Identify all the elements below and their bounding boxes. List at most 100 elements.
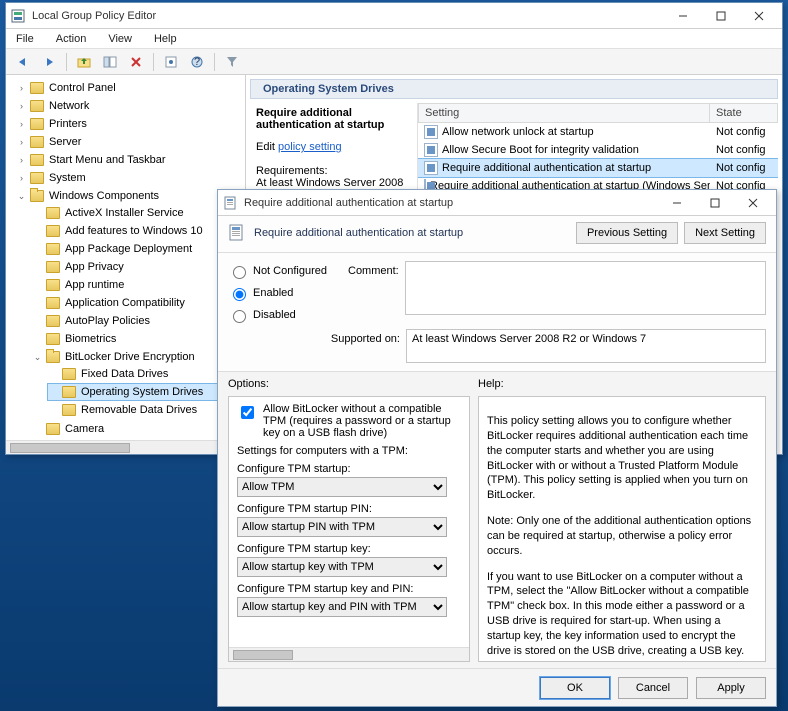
tree-item-label: ActiveX Installer Service [63,205,186,221]
next-setting-button[interactable]: Next Setting [684,222,766,244]
policy-icon [222,195,238,211]
help-p3: If you want to use BitLocker on a comput… [487,570,757,662]
help-icon[interactable]: ? [186,52,208,72]
expand-icon[interactable]: › [16,116,27,132]
setting-state: Not config [710,161,778,175]
dialog-close-button[interactable] [734,192,772,214]
tree-item[interactable]: Removable Data Drives [48,402,245,418]
expand-icon[interactable]: › [16,170,27,186]
properties-icon[interactable] [160,52,182,72]
collapse-icon[interactable]: ⌄ [16,188,27,204]
tpm-pin-label: Configure TPM startup PIN: [237,503,461,515]
expand-icon[interactable]: › [16,152,27,168]
folder-icon [30,118,44,130]
minimize-button[interactable] [664,5,702,27]
menu-action[interactable]: Action [52,32,91,46]
svg-text:?: ? [194,56,200,68]
expand-icon[interactable]: › [16,98,27,114]
dialog-titlebar[interactable]: Require additional authentication at sta… [218,190,776,216]
tree-item-label: Printers [47,116,89,132]
edit-prefix: Edit [256,141,278,153]
collapse-icon[interactable]: ⌄ [32,349,43,365]
tree-item[interactable]: AutoPlay Policies [32,313,245,329]
tree-item[interactable]: ⌄BitLocker Drive Encryption [32,349,245,365]
ok-button[interactable]: OK [540,677,610,699]
tree-item[interactable]: ›Server [16,134,245,150]
tree-item[interactable]: Add features to Windows 10 [32,223,245,239]
radio-not-configured[interactable]: Not Configured [228,263,338,279]
category-header: Operating System Drives [250,79,778,99]
tree-item[interactable]: › Printers [16,116,245,132]
radio-enabled[interactable]: Enabled [228,285,338,301]
setting-state: Not config [710,143,778,157]
dialog-minimize-button[interactable] [658,192,696,214]
up-folder-icon[interactable] [73,52,95,72]
tree-item[interactable]: App Package Deployment [32,241,245,257]
policy-header-text: Require additional authentication at sta… [254,227,463,239]
tree-item[interactable]: ›Start Menu and Taskbar [16,152,245,168]
tree-item-label: Removable Data Drives [79,402,199,418]
tpm-startup-select[interactable]: Allow TPM [237,477,447,497]
setting-name: Allow network unlock at startup [442,126,594,138]
settings-row[interactable]: Require additional authentication at sta… [418,159,778,177]
menu-help[interactable]: Help [150,32,181,46]
col-setting[interactable]: Setting [418,103,710,123]
allow-without-tpm-checkbox[interactable]: Allow BitLocker without a compatible TPM… [237,403,461,439]
tpm-key-select[interactable]: Allow startup key with TPM [237,557,447,577]
folder-icon [62,368,76,380]
tree-pane[interactable]: ›Control Panel›Network›Printers›Server›S… [6,75,246,454]
options-hscrollbar[interactable] [229,647,469,661]
radio-disabled[interactable]: Disabled [228,307,338,323]
list-header[interactable]: Setting State [418,103,778,123]
tree-item[interactable]: Operating System Drives [48,384,245,400]
tree-hscrollbar[interactable] [6,440,245,454]
tpm-pin-select[interactable]: Allow startup PIN with TPM [237,517,447,537]
settings-row[interactable]: Allow Secure Boot for integrity validati… [418,141,778,159]
expand-icon[interactable]: › [16,134,27,150]
setting-state: Not config [710,125,778,139]
tree-item[interactable]: ⌄Windows Components [16,188,245,204]
tree-item[interactable]: Camera [32,421,245,437]
tree-item[interactable]: App runtime [32,277,245,293]
col-state[interactable]: State [710,103,778,123]
tree-item[interactable]: Fixed Data Drives [48,366,245,382]
tree-item[interactable]: Biometrics [32,331,245,347]
settings-row[interactable]: Allow network unlock at startup Not confi… [418,123,778,141]
comment-label: Comment: [348,261,399,323]
close-button[interactable] [740,5,778,27]
edit-policy-link[interactable]: policy setting [278,141,342,153]
expand-icon[interactable]: › [16,80,27,96]
filter-icon[interactable] [221,52,243,72]
tree-item-label: Application Compatibility [63,295,187,311]
folder-icon [46,225,60,237]
menubar: File Action View Help [6,29,782,49]
forward-icon[interactable] [38,52,60,72]
tree-item[interactable]: ›Network [16,98,245,114]
menu-file[interactable]: File [12,32,38,46]
folder-icon [30,136,44,148]
cancel-button[interactable]: Cancel [618,677,688,699]
tree-item[interactable]: App Privacy [32,259,245,275]
back-icon[interactable] [12,52,34,72]
options-pane: Allow BitLocker without a compatible TPM… [228,396,470,662]
delete-icon[interactable] [125,52,147,72]
dialog-maximize-button[interactable] [696,192,734,214]
menu-view[interactable]: View [104,32,136,46]
previous-setting-button[interactable]: Previous Setting [576,222,678,244]
comment-textarea[interactable] [405,261,766,315]
help-pane[interactable]: This policy setting allows you to config… [478,396,766,662]
tree-item[interactable]: ›Control Panel [16,80,245,96]
show-hide-tree-icon[interactable] [99,52,121,72]
setting-name: Require additional authentication at sta… [442,162,651,174]
folder-icon [46,423,60,435]
tree-item[interactable]: Application Compatibility [32,295,245,311]
maximize-button[interactable] [702,5,740,27]
gpedit-titlebar[interactable]: Local Group Policy Editor [6,3,782,29]
folder-icon [46,279,60,291]
tree-item[interactable]: › System [16,170,245,186]
tree-item-label: App runtime [63,277,126,293]
apply-button[interactable]: Apply [696,677,766,699]
tree-item[interactable]: ActiveX Installer Service [32,205,245,221]
tree-item-label: System [47,170,88,186]
tpm-key-pin-select[interactable]: Allow startup key and PIN with TPM [237,597,447,617]
